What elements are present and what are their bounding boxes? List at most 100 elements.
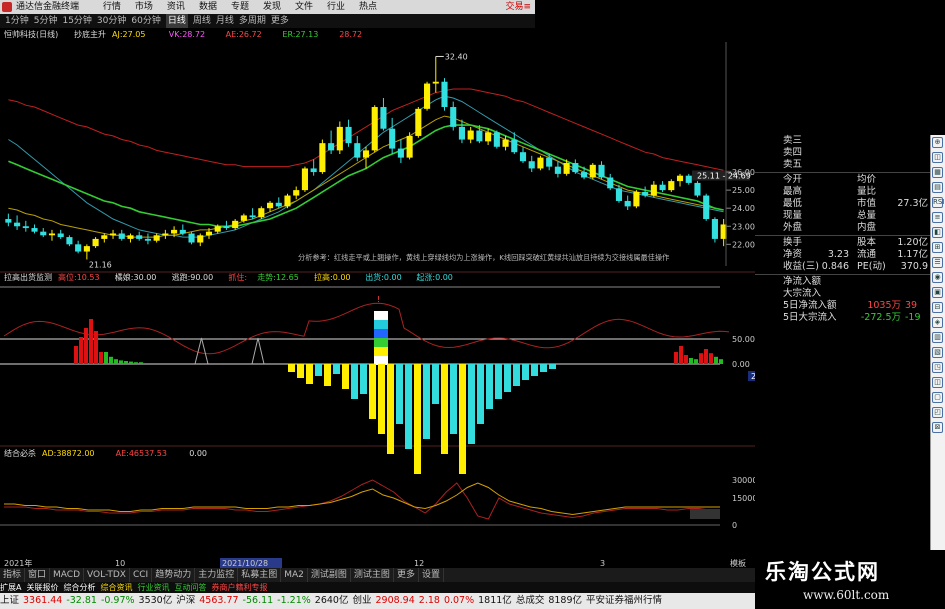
trade-button[interactable]: 交易≡ [505, 0, 531, 14]
toolbar-icon-12[interactable]: ◈ [932, 317, 943, 328]
divider [755, 172, 930, 173]
stat-row: 换手 股本 1.20亿 [755, 237, 930, 249]
stat-c2: 3.23 [827, 249, 849, 260]
toolbar-icon-1[interactable]: ◫ [932, 152, 943, 163]
menu-item-7[interactable]: 行业 [327, 0, 345, 14]
ind1-bar-neg [288, 364, 295, 372]
toolbar-icon-2[interactable]: ▦ [932, 167, 943, 178]
period-tab-2[interactable]: 15分钟 [62, 14, 91, 28]
toolbar-icon-3[interactable]: ▤ [932, 182, 943, 193]
candle-body [633, 191, 640, 207]
period-tab-5[interactable]: 日线 [165, 14, 188, 28]
toolbar-icon-11[interactable]: ⊟ [932, 302, 943, 313]
toolbar-icon-4[interactable]: RSI [932, 197, 944, 208]
info-tab-6[interactable]: 券商户籍利专报 [211, 582, 267, 593]
template-label[interactable]: 模板 [730, 558, 746, 568]
stat-c3: PE(动) [857, 261, 886, 272]
strip-value: ER:27.13 [282, 30, 318, 39]
toolbar-icon-15[interactable]: ◳ [932, 362, 943, 373]
menu-item-0[interactable]: 行情 [103, 0, 121, 14]
period-tab-4[interactable]: 60分钟 [131, 14, 160, 28]
indicator-tab-12[interactable]: 设置 [419, 568, 444, 582]
info-tab-1[interactable]: 关联报价 [26, 582, 58, 593]
info-tab-3[interactable]: 综合资讯 [100, 582, 132, 593]
ind1-bar-green [109, 356, 113, 364]
info-tab-0[interactable]: 扩展A [0, 582, 21, 593]
strip-value: 拉高:0.00 [314, 272, 351, 282]
indicator-tab-7[interactable]: 私募主图 [238, 568, 282, 582]
period-tab-1[interactable]: 5分钟 [34, 14, 58, 28]
y-tick-label: 24.00 [732, 204, 755, 213]
toolbar-icon-6[interactable]: ◧ [932, 227, 943, 238]
toolbar-icon-19[interactable]: ⊠ [932, 422, 943, 433]
toolbar-icon-7[interactable]: ⊞ [932, 242, 943, 253]
ind1-peak [194, 337, 209, 365]
status-item: -0.97% [100, 595, 135, 606]
candle-body [424, 83, 431, 109]
candle-body [703, 195, 710, 220]
indicator-tab-3[interactable]: VOL-TDX [84, 568, 130, 582]
toolbar-icon-9[interactable]: ◉ [932, 272, 943, 283]
stat-c3: 流通 [857, 249, 877, 260]
menu-item-3[interactable]: 数据 [199, 0, 217, 14]
toolbar-icon-10[interactable]: ▣ [932, 287, 943, 298]
indicator-tab-8[interactable]: MA2 [281, 568, 308, 582]
strip-name: 拉高出货监测 [4, 272, 52, 282]
indicator-tab-6[interactable]: 主力监控 [195, 568, 239, 582]
indicator-tab-9[interactable]: 测试副图 [308, 568, 351, 582]
period-tab-8[interactable]: 多周期 [239, 14, 266, 28]
status-item: 0.07% [443, 595, 475, 606]
toolbar-icon-0[interactable]: ⊕ [932, 137, 943, 148]
stat-c4: 1.17亿 [897, 249, 928, 260]
candle-body [432, 81, 439, 84]
toolbar-icon-18[interactable]: ◰ [932, 407, 943, 418]
ind1-bar-neg [387, 364, 394, 454]
date-label: 3 [600, 559, 605, 568]
menu-item-1[interactable]: 市场 [135, 0, 153, 14]
quote-c1: 今开 [783, 174, 803, 185]
period-tab-7[interactable]: 月线 [216, 14, 234, 28]
candle-body [284, 195, 291, 207]
toolbar-icon-5[interactable]: ≡ [932, 212, 943, 223]
ind1-bar-neg [495, 364, 502, 399]
ind1-bar-neg [441, 364, 448, 454]
toolbar-icon-17[interactable]: ▢ [932, 392, 943, 403]
y2-tick-label: 15000 [732, 494, 755, 503]
menu-item-2[interactable]: 资讯 [167, 0, 185, 14]
menu-item-4[interactable]: 专题 [231, 0, 249, 14]
stat-c2: 0.846 [821, 261, 849, 272]
indicator-tab-2[interactable]: MACD [50, 568, 85, 582]
period-tab-3[interactable]: 30分钟 [97, 14, 126, 28]
quote-row: 最高 量比 [755, 186, 930, 198]
candle-body [258, 208, 265, 218]
ind1-bar-neg [342, 364, 349, 389]
indicator-tab-4[interactable]: CCI [130, 568, 153, 582]
info-tab-2[interactable]: 综合分析 [63, 582, 95, 593]
watermark: 乐淘公式网 www.60lt.com [755, 550, 945, 609]
candle-body [485, 132, 492, 142]
info-tab-4[interactable]: 行业资讯 [137, 582, 169, 593]
indicator-tab-0[interactable]: 指标 [0, 568, 26, 582]
candle-body [572, 163, 579, 173]
indicator-tab-5[interactable]: 趋势动力 [152, 568, 196, 582]
toolbar-icon-14[interactable]: ▧ [932, 347, 943, 358]
ind1-bar-red [679, 346, 683, 364]
chart-area[interactable]: 恒帅科技(日线) 抄底主升 AJ:27.05 VK:28.72 AE:26.72 ER:2… [0, 28, 774, 568]
period-tab-6[interactable]: 周线 [193, 14, 211, 28]
menu-item-6[interactable]: 文件 [295, 0, 313, 14]
indicator-tab-11[interactable]: 更多 [394, 568, 419, 582]
toolbar-icon-13[interactable]: ▥ [932, 332, 943, 343]
candle-body [668, 181, 675, 191]
status-item: 创业 [352, 595, 372, 606]
toolbar-icon-8[interactable]: ☰ [932, 257, 943, 268]
period-tab-0[interactable]: 1分钟 [5, 14, 29, 28]
candle-body [66, 237, 73, 245]
toolbar-icon-16[interactable]: ◫ [932, 377, 943, 388]
indicator-tab-10[interactable]: 测试主图 [351, 568, 394, 582]
indicator-tab-1[interactable]: 窗口 [25, 568, 51, 582]
period-tab-9[interactable]: 更多 [271, 14, 289, 28]
ind1-bar-neg [315, 364, 322, 376]
menu-item-8[interactable]: 热点 [359, 0, 377, 14]
info-tab-5[interactable]: 互动问答 [174, 582, 206, 593]
menu-item-5[interactable]: 发现 [263, 0, 281, 14]
